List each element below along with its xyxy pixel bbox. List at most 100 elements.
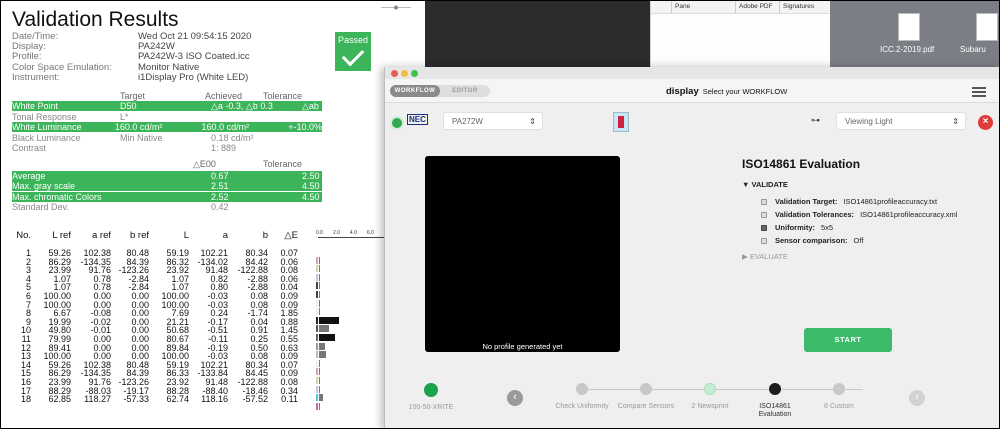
- desktop: ICC.2-2019.pdf Subaru: [830, 1, 999, 71]
- de-row: Average 0.67 2.50: [12, 170, 322, 181]
- step-dot[interactable]: [640, 383, 652, 395]
- minimize-window-icon[interactable]: [401, 70, 408, 77]
- brand: display Select your WORKFLOW: [666, 86, 788, 97]
- de-row: Max. gray scale 2.51 4.50: [12, 181, 322, 192]
- de-header-tolerance: Tolerance: [263, 159, 303, 169]
- finder-item[interactable]: Adobe PDF: [735, 1, 776, 13]
- de-bar: [319, 342, 326, 350]
- de-bar: [319, 299, 320, 307]
- close-window-icon[interactable]: [391, 70, 398, 77]
- table-header-cell: b ref: [129, 230, 149, 241]
- patch-table: No. L ref a ref b ref La b △E 1 59.26 102.38 80.4…: [1, 230, 298, 404]
- patch-swatch: [316, 342, 318, 350]
- patch-swatch: [316, 402, 318, 410]
- finder-window: Pane Adobe PDF Signatures: [650, 1, 831, 71]
- step-dot-current[interactable]: [769, 383, 781, 395]
- de-bar: [319, 290, 320, 298]
- patch-swatch: [316, 265, 318, 273]
- step-dot[interactable]: [833, 383, 845, 395]
- step-line: [588, 389, 863, 390]
- screen: Validation Results Date/Time: Wed Oct 21 …: [0, 0, 1000, 429]
- measure-row: White Point D50 △a -0.3, △b 0.3 △ab 2.0: [12, 101, 322, 121]
- table-header-cell: a: [222, 230, 228, 241]
- patch-swatch: [316, 290, 318, 298]
- step-dot[interactable]: [704, 383, 716, 395]
- patch-swatch: [316, 376, 318, 384]
- table-header-cell: b: [262, 230, 268, 241]
- toolbar: WORKFLOW EDITOR display Select your WORKF…: [385, 79, 999, 103]
- finder-item[interactable]: Pane: [671, 1, 693, 13]
- tab-workflow[interactable]: WORKFLOW: [390, 85, 440, 97]
- de-bar: [319, 256, 320, 264]
- table-header-cell: △E: [284, 230, 298, 241]
- menu-icon[interactable]: [972, 87, 986, 99]
- patch-swatch: [316, 256, 318, 264]
- patch-swatch: [316, 351, 318, 359]
- pdf-file-icon[interactable]: [898, 13, 920, 41]
- info-row: Date/Time: Wed Oct 21 09:54:15 2020: [12, 31, 252, 42]
- de-header-de00: △E00: [193, 159, 216, 169]
- step-dot[interactable]: [576, 383, 588, 395]
- step-label: 100-50-XRITE: [408, 404, 454, 411]
- validate-section-toggle[interactable]: ▼ VALIDATE: [742, 180, 788, 189]
- measure-row: White Luminance 160.0 cd/m² 160.0 cd/m² +-1…: [12, 122, 322, 133]
- unlock-icon: [761, 225, 767, 232]
- measure-row: Contrast 1: 889: [12, 143, 237, 153]
- tab-editor[interactable]: EDITOR: [440, 85, 490, 97]
- finder-item[interactable]: Signatures: [779, 1, 817, 13]
- patch-swatch: [316, 273, 318, 281]
- start-button[interactable]: START: [804, 328, 892, 352]
- step-label: 2 Newsprint: [691, 403, 729, 410]
- evaluate-section-toggle[interactable]: ▶ EVALUATE: [742, 252, 788, 261]
- table-header-cell: No.: [16, 230, 31, 241]
- mini-scale: 0.0 2.0 4.0 6.0: [316, 230, 374, 236]
- file-icon[interactable]: [976, 13, 998, 41]
- measure-row: Black Luminance Min Native 0.18 cd/m²: [12, 132, 254, 143]
- checkmark-icon: [341, 43, 365, 67]
- de-bar: [319, 368, 320, 376]
- patch-table-header: No. L ref a ref b ref La b △E: [1, 230, 298, 242]
- zoom-window-icon[interactable]: [411, 70, 418, 77]
- background-window: [425, 1, 650, 71]
- patch-swatch: [316, 333, 318, 341]
- de-bar: [319, 376, 320, 384]
- de-bar: [319, 402, 321, 410]
- uniformity-row[interactable]: Uniformity: 5x5: [761, 223, 833, 232]
- passed-badge: Passed: [335, 32, 371, 71]
- close-icon[interactable]: ×: [978, 115, 993, 130]
- patch-swatch: [316, 308, 318, 316]
- finder-pane: [651, 13, 831, 71]
- report-title: Validation Results: [12, 8, 179, 31]
- title-bar: [385, 67, 999, 79]
- validation-report: Validation Results Date/Time: Wed Oct 21 …: [1, 1, 386, 428]
- step-label-current: ISO14861 Evaluation: [758, 403, 792, 418]
- lock-icon: [761, 212, 767, 219]
- prev-step-button[interactable]: ‹: [507, 390, 523, 406]
- de-row: Max. chromatic Colors 2.52 4.50: [12, 191, 322, 202]
- de-mini-chart: 0.0 2.0 4.0 6.0: [316, 230, 386, 428]
- sensor-comparison-row: Sensor comparison: Off: [761, 236, 863, 245]
- measure-header-tolerance: Tolerance: [263, 91, 303, 101]
- nec-logo: NEC: [407, 114, 428, 125]
- patch-swatch: [316, 325, 318, 333]
- file-name[interactable]: ICC.2-2019.pdf: [880, 45, 934, 54]
- patch-swatch: [316, 282, 318, 290]
- table-header-cell: L ref: [52, 230, 71, 241]
- patch-swatch: [316, 385, 318, 393]
- step-dot-xrite[interactable]: [424, 383, 438, 397]
- validation-target-row: Validation Target: ISO14861profileaccurac…: [761, 197, 937, 206]
- step-label: 8 Custom: [824, 403, 854, 410]
- report-info: Date/Time: Wed Oct 21 09:54:15 2020 Displ…: [12, 31, 252, 83]
- chevron-updown-icon: ⇕: [952, 117, 959, 126]
- next-step-button[interactable]: ›: [909, 390, 925, 406]
- patch-swatch: [316, 299, 318, 307]
- file-name[interactable]: Subaru: [960, 45, 986, 54]
- display-select[interactable]: PA272W ⇕: [443, 112, 543, 130]
- de-bar: [319, 333, 335, 341]
- step-label: Check Uniformity: [555, 403, 609, 410]
- step-label: Compare Sensors: [617, 403, 675, 410]
- de-bar: [319, 308, 320, 316]
- table-header-cell: L: [183, 230, 189, 241]
- viewing-light-select[interactable]: Viewing Light ⇕: [836, 112, 966, 130]
- patch-swatch: [316, 316, 318, 324]
